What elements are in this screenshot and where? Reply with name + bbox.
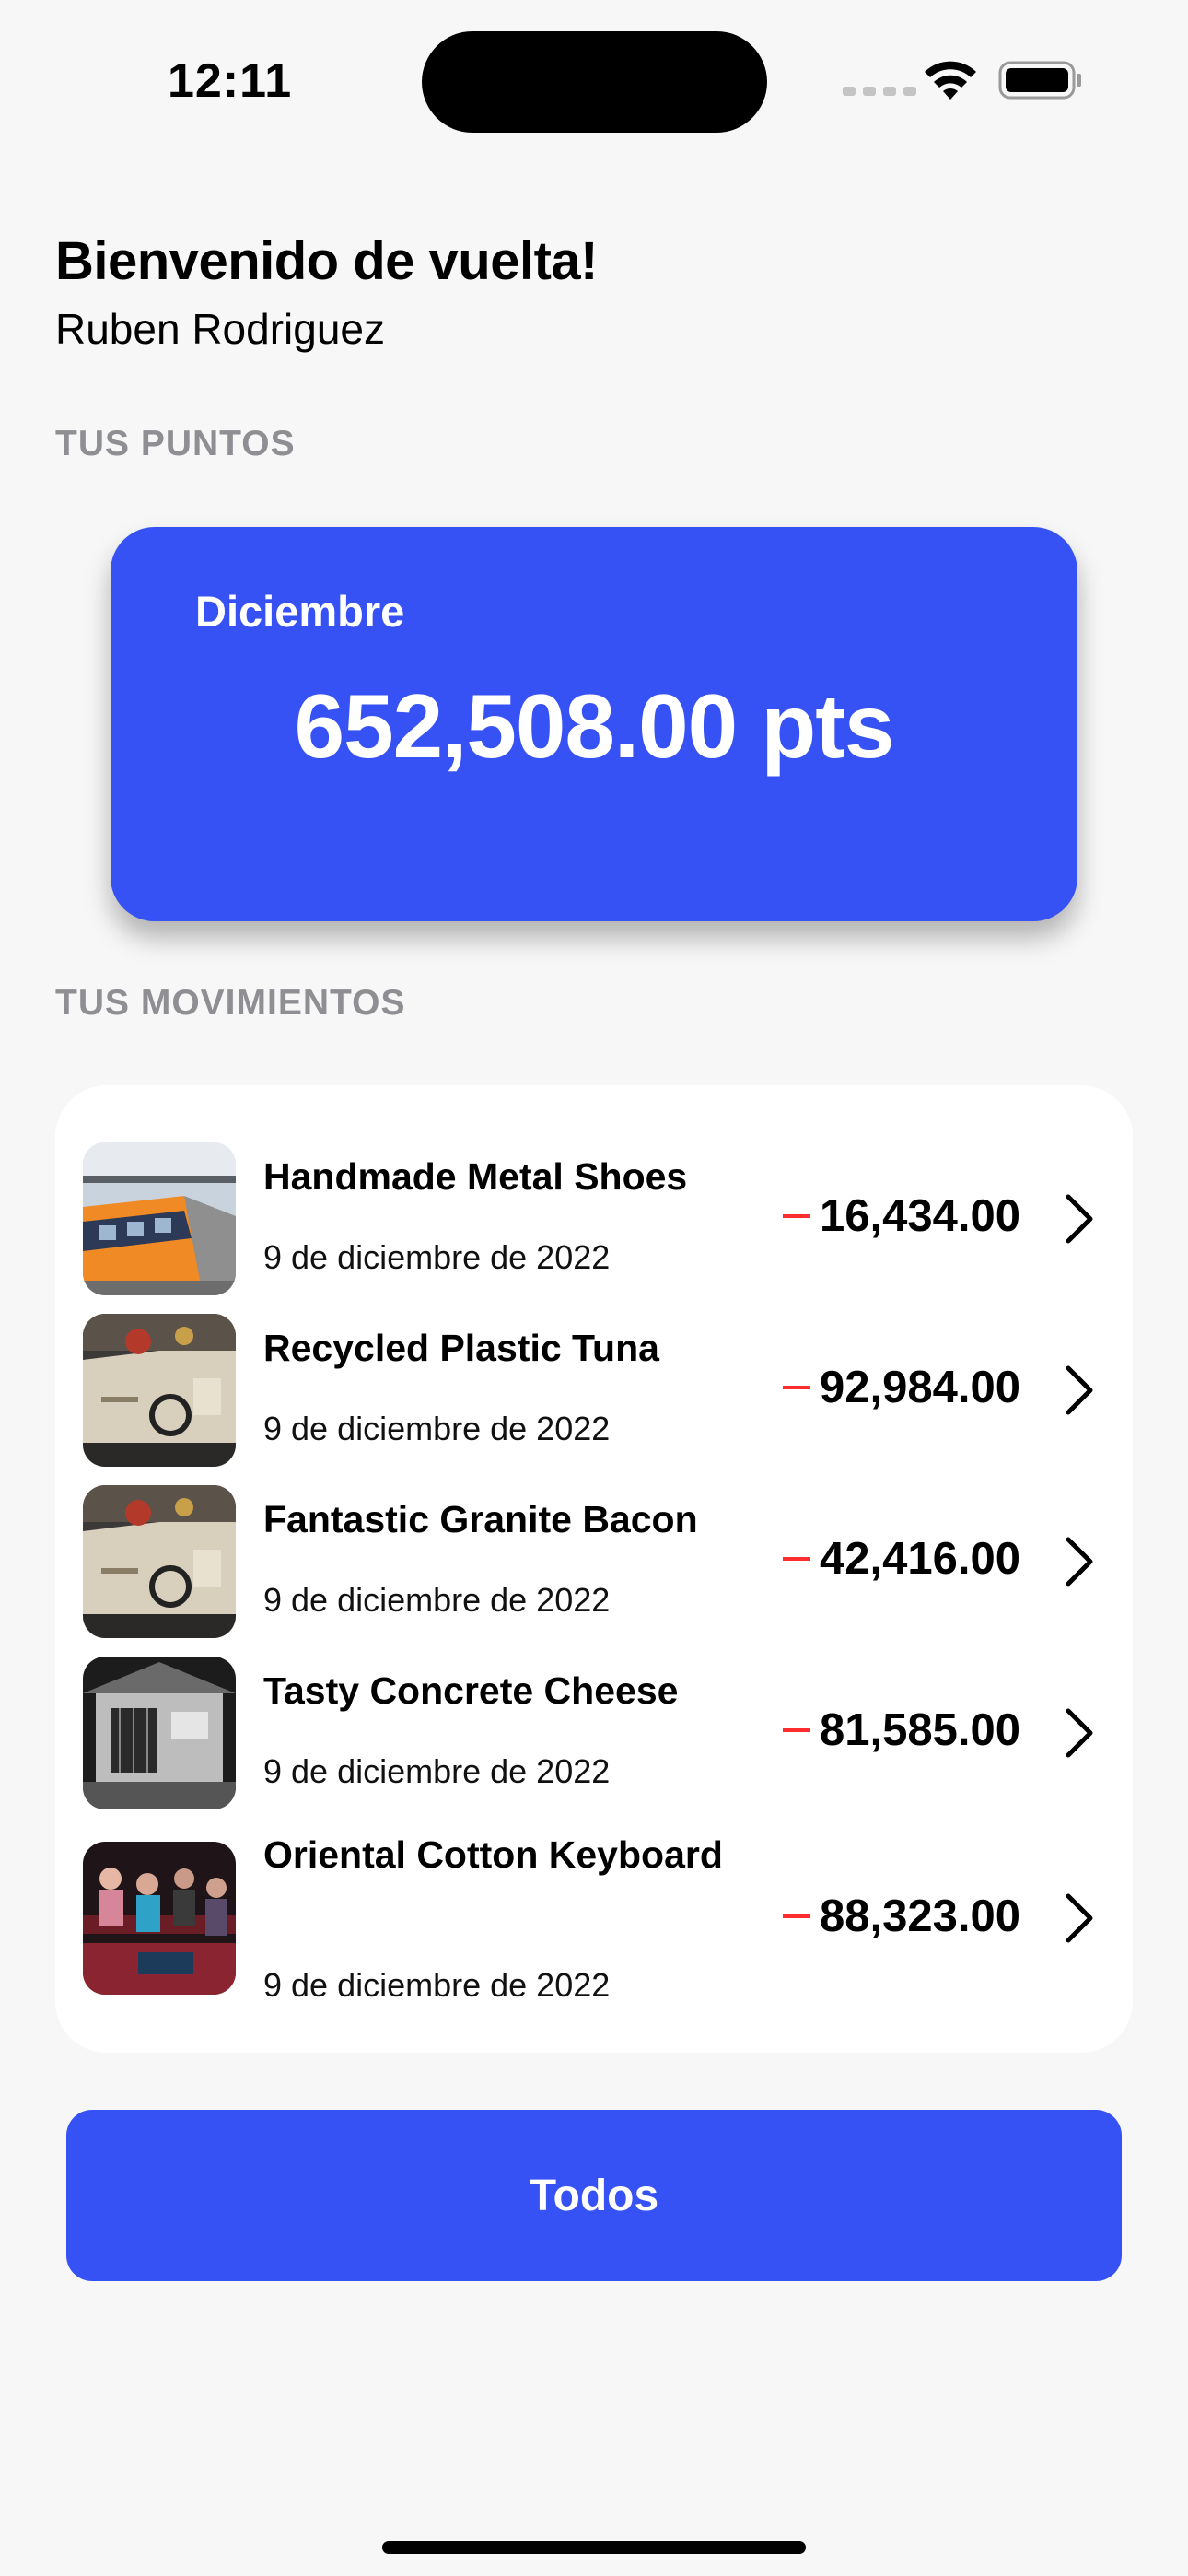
chevron-right-icon — [1066, 1708, 1093, 1758]
points-month: Diciembre — [195, 587, 405, 636]
points-section-label: TUS PUNTOS — [55, 424, 296, 463]
movement-thumbnail — [83, 1314, 236, 1467]
movement-title: Handmade Metal Shoes — [263, 1155, 688, 1198]
movement-row[interactable]: Handmade Metal Shoes 9 de diciembre de 2… — [55, 1142, 1133, 1295]
movement-thumbnail — [83, 1142, 236, 1295]
chevron-right-icon — [1066, 1893, 1093, 1943]
wifi-icon — [925, 61, 976, 100]
greeting-title: Bienvenido de vuelta! — [55, 231, 598, 291]
dynamic-island — [422, 31, 767, 133]
movement-row[interactable]: Recycled Plastic Tuna 9 de diciembre de … — [55, 1314, 1133, 1467]
movement-title: Oriental Cotton Keyboard — [263, 1833, 723, 1876]
status-bar: 12:11 — [0, 0, 1188, 157]
movement-title: Fantastic Granite Bacon — [263, 1498, 698, 1540]
movement-date: 9 de diciembre de 2022 — [263, 1581, 611, 1619]
movement-amount: 42,416.00 — [783, 1533, 1020, 1585]
points-total: 652,508.00 pts — [294, 675, 895, 777]
movement-amount-value: 16,434.00 — [820, 1191, 1020, 1241]
points-card[interactable]: Diciembre 652,508.00 pts — [111, 527, 1077, 921]
cellular-signal-icon — [843, 87, 916, 96]
minus-sign-icon — [783, 1214, 810, 1218]
movement-title: Recycled Plastic Tuna — [263, 1327, 659, 1369]
chevron-right-icon — [1066, 1365, 1093, 1415]
movement-date: 9 de diciembre de 2022 — [263, 1410, 611, 1447]
movement-thumbnail — [83, 1485, 236, 1638]
minus-sign-icon — [783, 1386, 810, 1389]
minus-sign-icon — [783, 1728, 810, 1732]
user-name: Ruben Rodriguez — [55, 305, 386, 353]
movements-list: Handmade Metal Shoes 9 de diciembre de 2… — [55, 1085, 1133, 2053]
movement-date: 9 de diciembre de 2022 — [263, 1752, 611, 1790]
minus-sign-icon — [783, 1914, 810, 1918]
movement-amount-value: 42,416.00 — [820, 1534, 1020, 1584]
movement-title: Tasty Concrete Cheese — [263, 1669, 679, 1712]
chevron-right-icon — [1066, 1537, 1093, 1587]
status-time: 12:11 — [168, 54, 293, 108]
movement-thumbnail — [83, 1657, 236, 1809]
movement-date: 9 de diciembre de 2022 — [263, 1238, 611, 1276]
movement-thumbnail — [83, 1842, 236, 1995]
chevron-right-icon — [1066, 1194, 1093, 1244]
battery-icon — [998, 61, 1081, 100]
movements-section-label: TUS MOVIMIENTOS — [55, 983, 406, 1023]
movement-amount-value: 92,984.00 — [820, 1363, 1020, 1412]
movement-amount: 81,585.00 — [783, 1704, 1020, 1756]
movement-row[interactable]: Oriental Cotton Keyboard 9 de diciembre … — [55, 1828, 1133, 2008]
movement-amount-value: 88,323.00 — [820, 1891, 1020, 1941]
home-indicator[interactable] — [382, 2541, 806, 2554]
movement-amount: 88,323.00 — [783, 1891, 1020, 1942]
all-movements-button[interactable]: Todos — [66, 2110, 1122, 2281]
movement-date: 9 de diciembre de 2022 — [263, 1966, 611, 2004]
minus-sign-icon — [783, 1557, 810, 1561]
movement-amount: 92,984.00 — [783, 1362, 1020, 1413]
movement-amount-value: 81,585.00 — [820, 1705, 1020, 1755]
movement-row[interactable]: Fantastic Granite Bacon 9 de diciembre d… — [55, 1485, 1133, 1638]
movement-row[interactable]: Tasty Concrete Cheese 9 de diciembre de … — [55, 1657, 1133, 1809]
movement-amount: 16,434.00 — [783, 1190, 1020, 1242]
